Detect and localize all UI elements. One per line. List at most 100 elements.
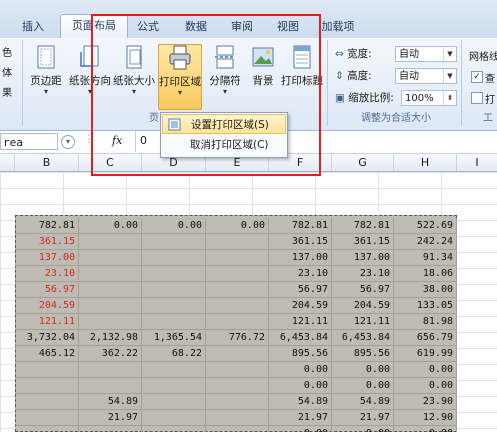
table-cell-g[interactable]: 361.15 bbox=[332, 234, 394, 250]
margins-button[interactable]: 页边距 ▾ bbox=[25, 44, 67, 108]
table-cell-d[interactable] bbox=[142, 394, 206, 410]
table-cell-c[interactable]: 21.97 bbox=[79, 410, 142, 426]
table-cell-d[interactable]: 1,365.54 bbox=[142, 330, 206, 346]
table-cell-d[interactable] bbox=[142, 426, 206, 432]
name-box-dropdown-icon[interactable]: ▾ bbox=[61, 135, 75, 149]
table-cell-h[interactable]: 656.79 bbox=[394, 330, 457, 346]
table-cell-c[interactable] bbox=[79, 298, 142, 314]
table-cell-e[interactable] bbox=[206, 266, 269, 282]
table-cell-g[interactable]: 0.00 bbox=[332, 426, 394, 432]
width-select[interactable]: 自动 ▼ bbox=[395, 46, 457, 62]
table-cell-b[interactable] bbox=[15, 410, 79, 426]
tab-insert[interactable]: 插入 bbox=[14, 16, 52, 38]
table-cell-h[interactable]: 18.06 bbox=[394, 266, 457, 282]
table-cell-c[interactable]: 2,132.98 bbox=[79, 330, 142, 346]
table-cell-e[interactable] bbox=[206, 282, 269, 298]
table-cell-f[interactable]: 204.59 bbox=[269, 298, 332, 314]
table-cell-f[interactable]: 6,453.84 bbox=[269, 330, 332, 346]
table-cell-c[interactable] bbox=[79, 250, 142, 266]
table-cell-g[interactable]: 0.00 bbox=[332, 378, 394, 394]
table-cell-e[interactable] bbox=[206, 314, 269, 330]
table-cell-e[interactable] bbox=[206, 426, 269, 432]
table-cell-e[interactable] bbox=[206, 378, 269, 394]
table-cell-b[interactable]: 782.81 bbox=[15, 218, 79, 234]
table-cell-e[interactable]: 0.00 bbox=[206, 218, 269, 234]
gridlines-print-checkbox[interactable] bbox=[471, 92, 483, 104]
table-cell-f[interactable]: 23.10 bbox=[269, 266, 332, 282]
gridlines-view-checkbox[interactable]: ✓ bbox=[471, 71, 483, 83]
themes-colors[interactable]: 色 bbox=[2, 44, 12, 59]
table-cell-h[interactable]: 0.00 bbox=[394, 426, 457, 432]
column-header-b[interactable]: B bbox=[15, 154, 79, 171]
name-box[interactable]: rea bbox=[0, 133, 58, 150]
table-cell-b[interactable] bbox=[15, 378, 79, 394]
table-cell-d[interactable] bbox=[142, 314, 206, 330]
table-cell-g[interactable]: 137.00 bbox=[332, 250, 394, 266]
table-cell-e[interactable] bbox=[206, 346, 269, 362]
table-cell-f[interactable]: 21.97 bbox=[269, 410, 332, 426]
table-cell-g[interactable]: 54.89 bbox=[332, 394, 394, 410]
table-cell-e[interactable] bbox=[206, 234, 269, 250]
table-cell-f[interactable]: 361.15 bbox=[269, 234, 332, 250]
table-cell-b[interactable]: 465.12 bbox=[15, 346, 79, 362]
table-cell-b[interactable] bbox=[15, 394, 79, 410]
table-cell-g[interactable]: 56.97 bbox=[332, 282, 394, 298]
table-cell-e[interactable] bbox=[206, 410, 269, 426]
themes-effects[interactable]: 果 bbox=[2, 84, 12, 99]
table-cell-f[interactable]: 782.81 bbox=[269, 218, 332, 234]
table-cell-c[interactable] bbox=[79, 314, 142, 330]
table-cell-c[interactable]: 0.00 bbox=[79, 218, 142, 234]
table-cell-c[interactable] bbox=[79, 282, 142, 298]
table-cell-b[interactable]: 361.15 bbox=[15, 234, 79, 250]
table-cell-f[interactable]: 56.97 bbox=[269, 282, 332, 298]
table-cell-g[interactable]: 21.97 bbox=[332, 410, 394, 426]
column-header-i[interactable]: I bbox=[457, 154, 497, 171]
table-cell-g[interactable]: 204.59 bbox=[332, 298, 394, 314]
table-cell-h[interactable]: 91.34 bbox=[394, 250, 457, 266]
tab-addins[interactable]: 加载项 bbox=[316, 16, 360, 38]
table-cell-h[interactable]: 0.00 bbox=[394, 378, 457, 394]
table-cell-b[interactable]: 56.97 bbox=[15, 282, 79, 298]
table-cell-d[interactable]: 68.22 bbox=[142, 346, 206, 362]
table-cell-c[interactable] bbox=[79, 234, 142, 250]
column-header-h[interactable]: H bbox=[394, 154, 457, 171]
table-cell-e[interactable] bbox=[206, 298, 269, 314]
table-cell-d[interactable] bbox=[142, 250, 206, 266]
table-cell-f[interactable]: 121.11 bbox=[269, 314, 332, 330]
table-cell-d[interactable] bbox=[142, 234, 206, 250]
table-cell-d[interactable]: 0.00 bbox=[142, 218, 206, 234]
table-cell-f[interactable]: 137.00 bbox=[269, 250, 332, 266]
table-cell-f[interactable]: 895.56 bbox=[269, 346, 332, 362]
table-cell-b[interactable] bbox=[15, 362, 79, 378]
table-cell-h[interactable]: 619.99 bbox=[394, 346, 457, 362]
height-select[interactable]: 自动 ▼ bbox=[395, 68, 457, 84]
table-cell-h[interactable]: 38.00 bbox=[394, 282, 457, 298]
table-cell-d[interactable] bbox=[142, 362, 206, 378]
table-cell-b[interactable] bbox=[15, 426, 79, 432]
column-header-g[interactable]: G bbox=[332, 154, 394, 171]
table-cell-g[interactable]: 782.81 bbox=[332, 218, 394, 234]
scale-spinner[interactable]: 100% ⬍ bbox=[401, 90, 457, 106]
table-cell-f[interactable]: 54.89 bbox=[269, 394, 332, 410]
table-cell-g[interactable]: 0.00 bbox=[332, 362, 394, 378]
table-cell-g[interactable]: 895.56 bbox=[332, 346, 394, 362]
table-cell-g[interactable]: 23.10 bbox=[332, 266, 394, 282]
table-cell-h[interactable]: 12.90 bbox=[394, 410, 457, 426]
table-cell-f[interactable]: 0.00 bbox=[269, 378, 332, 394]
table-cell-c[interactable]: 54.89 bbox=[79, 394, 142, 410]
table-cell-e[interactable] bbox=[206, 362, 269, 378]
table-cell-c[interactable]: 362.22 bbox=[79, 346, 142, 362]
table-cell-c[interactable] bbox=[79, 266, 142, 282]
table-cell-h[interactable]: 133.05 bbox=[394, 298, 457, 314]
table-cell-d[interactable] bbox=[142, 282, 206, 298]
table-cell-d[interactable] bbox=[142, 298, 206, 314]
table-cell-b[interactable]: 23.10 bbox=[15, 266, 79, 282]
table-cell-d[interactable] bbox=[142, 266, 206, 282]
table-cell-b[interactable]: 204.59 bbox=[15, 298, 79, 314]
table-cell-c[interactable] bbox=[79, 378, 142, 394]
select-all-corner[interactable] bbox=[0, 154, 15, 171]
table-cell-f[interactable]: 0.00 bbox=[269, 362, 332, 378]
table-cell-d[interactable] bbox=[142, 410, 206, 426]
themes-fonts[interactable]: 体 bbox=[2, 64, 12, 79]
table-cell-h[interactable]: 522.69 bbox=[394, 218, 457, 234]
